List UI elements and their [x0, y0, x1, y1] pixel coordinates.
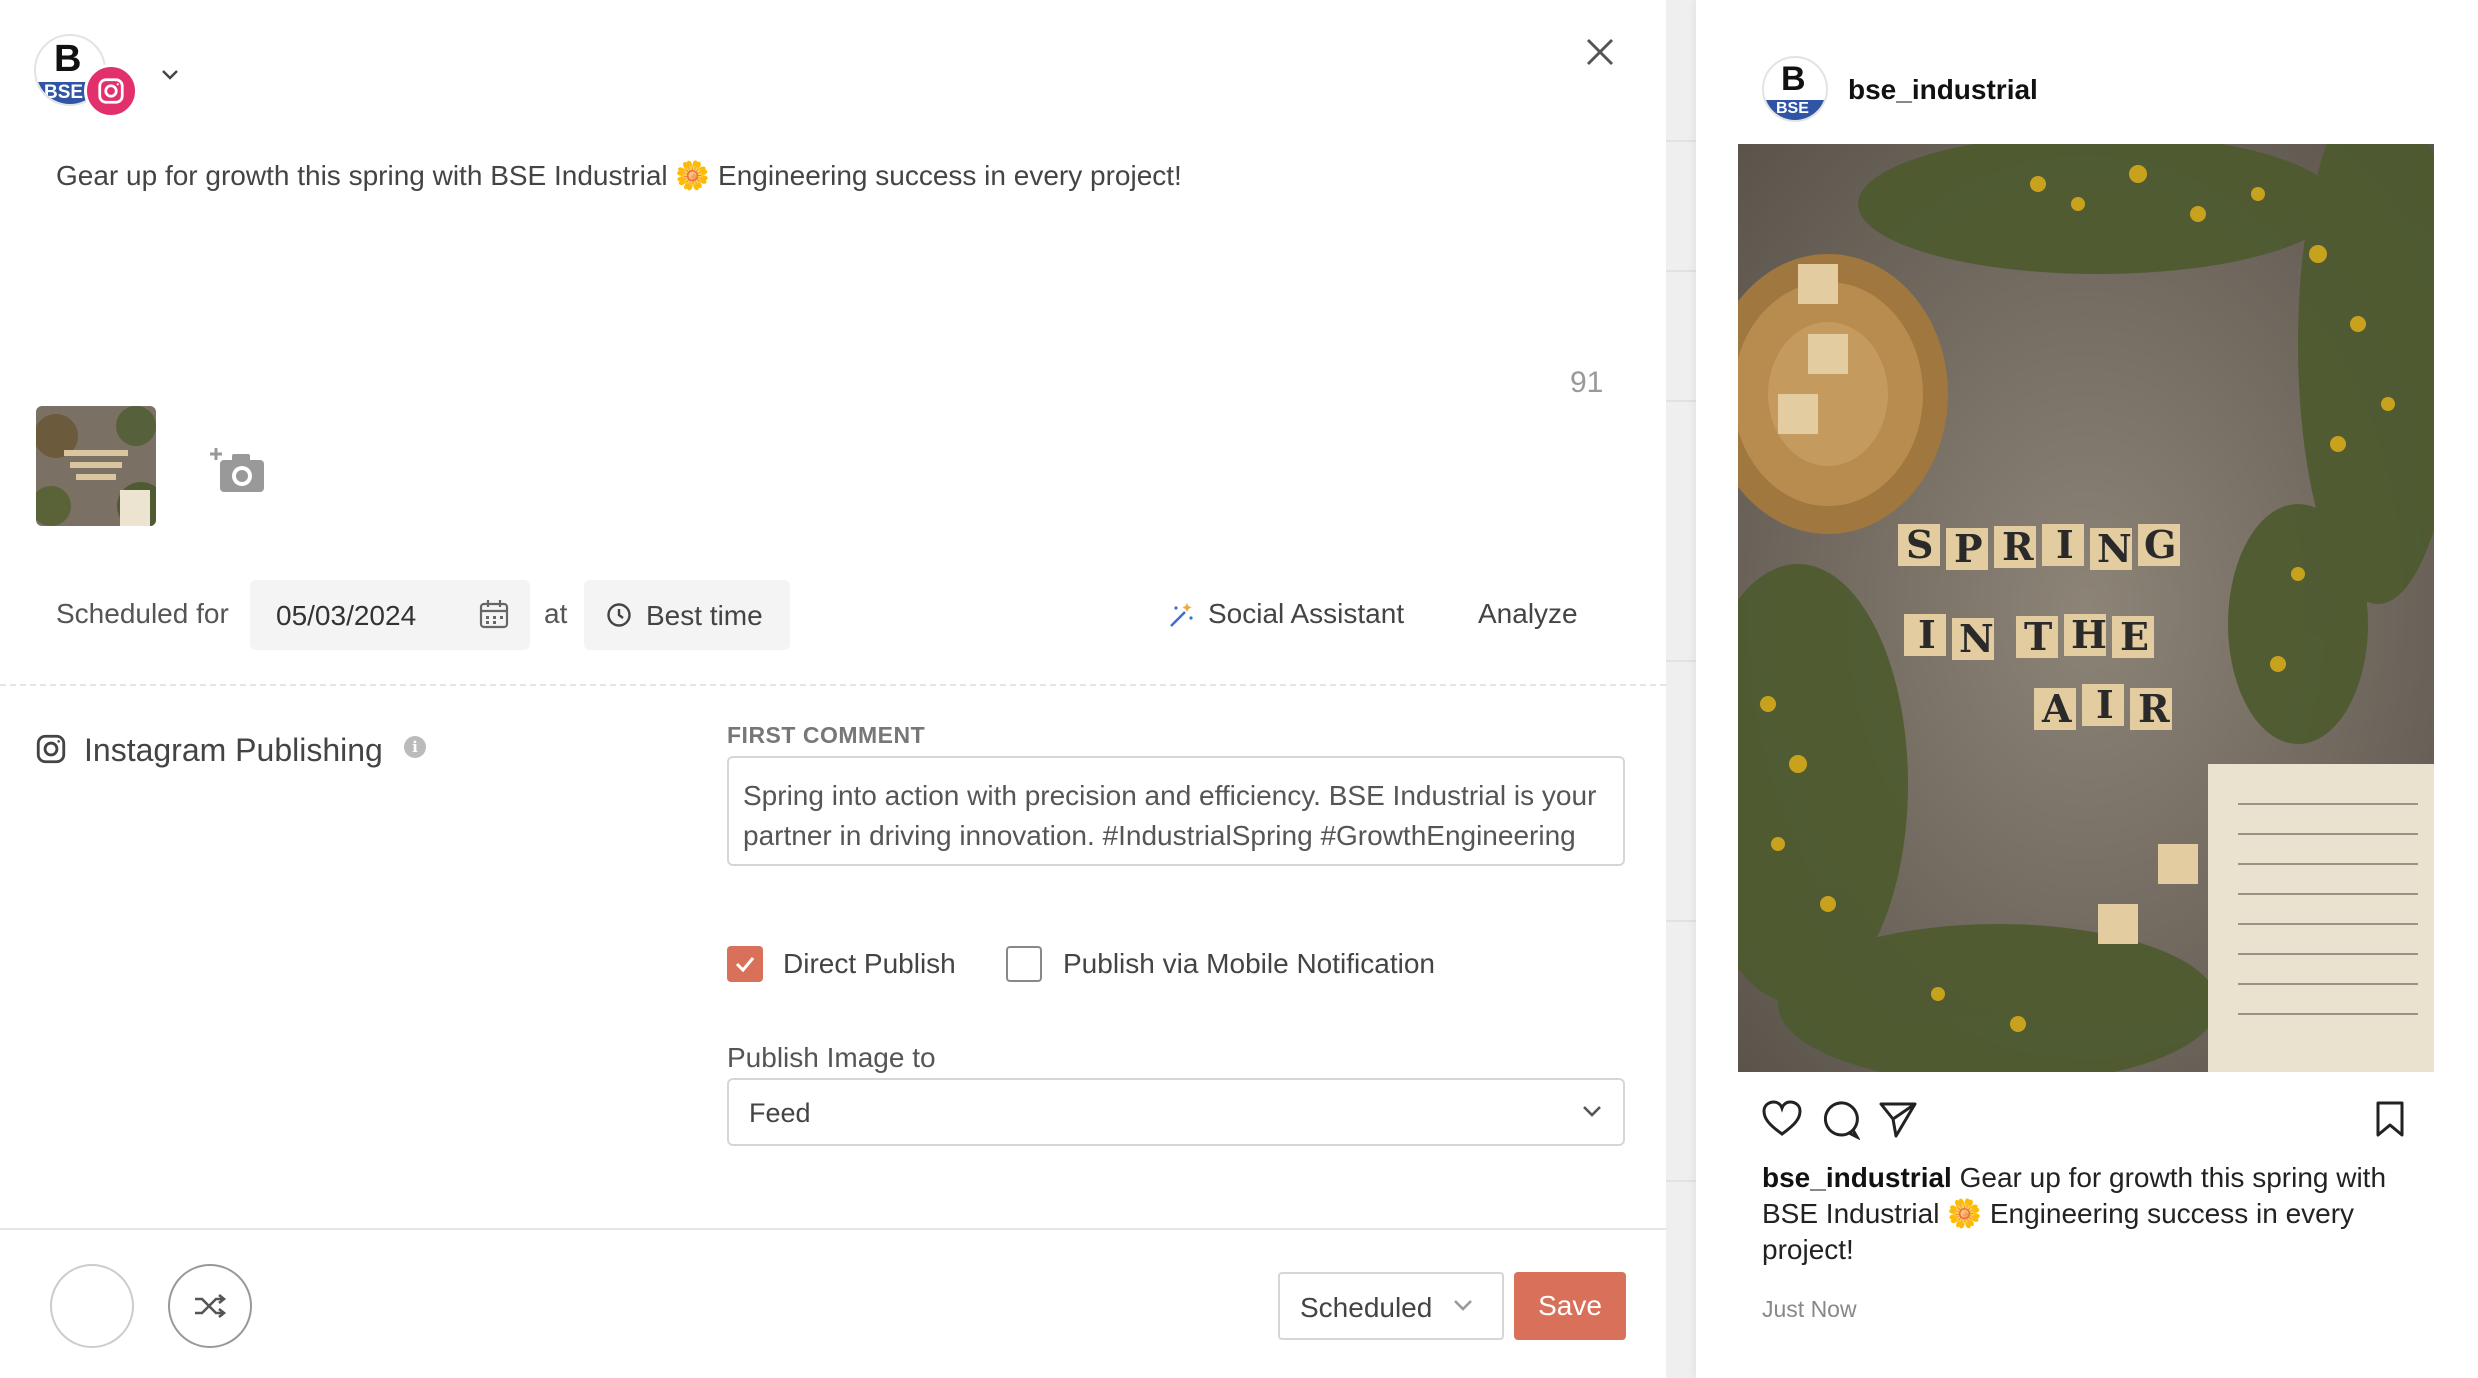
- svg-text:A: A: [2041, 686, 2072, 731]
- heart-icon[interactable]: [1762, 1100, 1802, 1138]
- info-icon[interactable]: i: [404, 736, 426, 758]
- social-assistant-label: Social Assistant: [1208, 598, 1405, 629]
- svg-text:R: R: [2002, 524, 2034, 569]
- time-value: Best time: [646, 600, 763, 631]
- checkmark-icon: [735, 957, 755, 973]
- mobile-notification-checkbox[interactable]: [1006, 946, 1042, 982]
- calendar-icon: [479, 600, 509, 629]
- account-selector[interactable]: B BSE: [34, 34, 178, 120]
- post-status-value: Scheduled: [1300, 1292, 1433, 1323]
- preview-caption: bse_industrial Gear up for growth this s…: [1762, 1160, 2402, 1268]
- svg-text:N: N: [2097, 526, 2132, 571]
- date-picker[interactable]: 05/03/2024: [250, 580, 530, 650]
- publish-image-to-select[interactable]: Feed: [727, 1078, 1625, 1146]
- avatar-letter: B: [54, 38, 82, 80]
- schedule-row: Scheduled for 05/03/2024 at Best time So…: [0, 580, 1666, 650]
- direct-publish-label[interactable]: Direct Publish: [783, 948, 956, 980]
- section-divider: [0, 684, 1666, 686]
- footer-divider: [0, 1228, 1666, 1230]
- publish-options: Direct Publish Publish via Mobile Notifi…: [727, 946, 1627, 986]
- svg-text:P: P: [1954, 526, 1983, 571]
- svg-text:H: H: [2071, 612, 2107, 657]
- chevron-down-icon: [1454, 1300, 1472, 1311]
- preview-avatar: B BSE: [1762, 56, 1828, 122]
- instagram-preview: B BSE bse_industrial S P R I N G I N T H…: [1696, 0, 2478, 1378]
- svg-text:I: I: [1918, 612, 1936, 657]
- preview-username: bse_industrial: [1848, 74, 2038, 105]
- magic-wand-icon: [1170, 603, 1193, 627]
- post-text-input[interactable]: Gear up for growth this spring with BSE …: [56, 156, 1556, 196]
- date-value: 05/03/2024: [276, 600, 417, 631]
- publish-image-to-value: Feed: [749, 1098, 811, 1128]
- instagram-publishing-title: Instagram Publishing: [84, 732, 383, 768]
- preview-image: S P R I N G I N T H E A I R: [1738, 144, 2434, 1072]
- direct-publish-checkbox[interactable]: [727, 946, 763, 982]
- close-icon[interactable]: [1580, 32, 1620, 72]
- media-thumbnail[interactable]: [36, 406, 156, 526]
- post-status-select[interactable]: Scheduled: [1278, 1272, 1504, 1340]
- comment-icon[interactable]: [1820, 1100, 1860, 1140]
- svg-text:E: E: [2120, 614, 2149, 659]
- bookmark-icon[interactable]: [2374, 1100, 2406, 1138]
- scheduled-for-label: Scheduled for: [56, 598, 229, 629]
- shuffle-icon: [195, 1293, 227, 1319]
- chevron-down-icon: [1583, 1106, 1601, 1117]
- shuffle-button[interactable]: [168, 1264, 252, 1348]
- svg-text:I: I: [2056, 522, 2074, 567]
- instagram-icon: [84, 64, 138, 118]
- character-count: 91: [1570, 366, 1604, 399]
- mobile-notification-label[interactable]: Publish via Mobile Notification: [1063, 948, 1435, 980]
- svg-text:N: N: [1959, 616, 1994, 661]
- avatar-brand-text: BSE: [1764, 100, 1826, 120]
- post-editor-panel: B BSE Gear up for growth this spring wit…: [0, 0, 1666, 1378]
- instagram-outline-icon: [36, 734, 66, 764]
- save-button[interactable]: Save: [1514, 1272, 1626, 1340]
- publish-image-to-label: Publish Image to: [727, 1042, 936, 1073]
- preview-timestamp: Just Now: [1762, 1296, 1857, 1322]
- svg-text:I: I: [2096, 682, 2114, 727]
- chevron-down-icon[interactable]: [160, 68, 180, 82]
- preview-caption-username: bse_industrial: [1762, 1162, 1952, 1193]
- first-comment-label: FIRST COMMENT: [727, 722, 926, 748]
- at-label: at: [544, 598, 568, 629]
- clock-icon: [607, 603, 631, 627]
- share-icon[interactable]: [1878, 1100, 1918, 1140]
- avatar-letter: B: [1781, 60, 1806, 98]
- svg-text:S: S: [1906, 522, 1933, 567]
- user-avatar-button[interactable]: [50, 1264, 134, 1348]
- time-picker[interactable]: Best time: [584, 580, 790, 650]
- svg-text:T: T: [2024, 614, 2052, 659]
- first-comment-input[interactable]: Spring into action with precision and ef…: [727, 756, 1625, 866]
- preview-actions: [1762, 1098, 2412, 1142]
- add-photo-icon[interactable]: [210, 444, 266, 494]
- analyze-button[interactable]: Analyze: [1478, 598, 1578, 630]
- svg-text:G: G: [2144, 522, 2176, 567]
- svg-text:R: R: [2138, 686, 2170, 731]
